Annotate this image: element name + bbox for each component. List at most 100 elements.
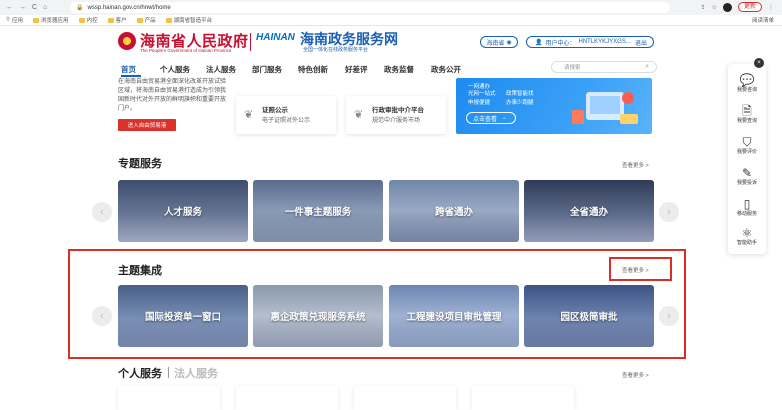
service-card[interactable] xyxy=(354,386,456,410)
chevron-left-icon: ‹ xyxy=(100,310,104,322)
search-icon[interactable]: ⌕ xyxy=(645,63,649,71)
tab-divider xyxy=(168,367,169,378)
corporate-services-tab[interactable]: 法人服务 xyxy=(174,365,218,381)
share-icon[interactable]: ⇪ xyxy=(701,4,706,11)
theme-prev-arrow[interactable]: ‹ xyxy=(92,306,112,326)
theme-integration-more[interactable]: 查看更多 > xyxy=(622,266,649,274)
toolbar-consult[interactable]: 💬 我要咨询 xyxy=(728,73,766,94)
platform-icon: ❦ xyxy=(354,109,364,121)
chat-icon: 💬 xyxy=(739,73,755,87)
lock-icon: 🔒 xyxy=(76,5,84,11)
toolbar-complain[interactable]: ✎ 我要投诉 xyxy=(728,166,766,187)
topic-tile-province-wide[interactable]: 全省通办 xyxy=(524,180,654,242)
banner-view-button[interactable]: 点击查看 → xyxy=(466,112,516,124)
browser-nav: ← → C ⌂ xyxy=(0,4,47,11)
service-subtitle: 全国一体化在线政务服务平台 xyxy=(303,47,369,53)
search-input[interactable]: 请搜索 ⌕ xyxy=(551,61,657,73)
topic-tile-one-thing[interactable]: 一件事主题服务 xyxy=(253,180,383,242)
location-icon: ◉ xyxy=(506,39,512,46)
toolbar-close-icon[interactable]: × xyxy=(754,58,764,68)
folder-icon xyxy=(78,17,85,23)
header-divider xyxy=(250,33,251,51)
toolbar-mobile[interactable]: ▯ 移动服务 xyxy=(728,197,766,218)
theme-tile-construction-approval[interactable]: 工程建设项目审批管理 xyxy=(389,285,519,347)
user-center[interactable]: 👤 用户中心： HNTLKYKJYXGS... 退出 xyxy=(526,36,654,48)
mobile-icon: ▯ xyxy=(743,197,751,211)
user-name: HNTLKYKJYXGS... xyxy=(578,39,631,45)
service-card[interactable] xyxy=(236,386,338,410)
personal-services-tab[interactable]: 个人服务 xyxy=(118,365,162,381)
toolbar-evaluate[interactable]: ⛉ 我要评价 xyxy=(728,135,766,156)
theme-tile-policy-redemption[interactable]: 惠企政策兑现服务系统 xyxy=(253,285,383,347)
bookmark-item[interactable]: 客户 xyxy=(107,16,127,24)
folder-icon xyxy=(107,17,114,23)
hero-intro-text: 在海南自由贸易港全面深化改革开放试验区域，将海南自由贸易港打造成为引领我国新时代… xyxy=(118,79,227,112)
topic-tile-cross-province[interactable]: 跨省通办 xyxy=(389,180,519,242)
topic-services-more[interactable]: 查看更多 > xyxy=(622,161,649,169)
topic-prev-arrow[interactable]: ‹ xyxy=(92,202,112,222)
home-icon[interactable]: ⌂ xyxy=(43,4,47,11)
theme-integration-title: 主题集成 xyxy=(118,265,162,277)
apps-icon: ⠿ xyxy=(6,17,11,23)
back-icon[interactable]: ← xyxy=(6,4,13,11)
shield-icon: ⛉ xyxy=(742,135,752,149)
bookmark-item[interactable]: 内控 xyxy=(78,16,98,24)
nav-disclosure[interactable]: 政务公开 xyxy=(431,64,461,75)
license-icon: ❦ xyxy=(244,109,254,121)
topic-services-title: 专题服务 xyxy=(118,158,162,170)
nav-evaluation[interactable]: 好差评 xyxy=(345,64,368,75)
toolbar-assistant[interactable]: ⚛ 智能助手 xyxy=(728,226,766,247)
nav-department[interactable]: 部门服务 xyxy=(252,64,282,75)
document-search-icon: 🗎 xyxy=(742,104,752,118)
theme-tile-park-approval[interactable]: 园区极简审批 xyxy=(524,285,654,347)
bookmark-item[interactable]: 产品 xyxy=(136,16,156,24)
pen-icon: ✎ xyxy=(741,166,753,180)
logout-link[interactable]: 退出 xyxy=(635,38,653,47)
service-card[interactable] xyxy=(118,386,220,410)
menu-icon[interactable]: ⋮ xyxy=(768,4,774,11)
license-disclosure-card[interactable]: ❦ 证照公示 电子证照对外公示 xyxy=(236,96,336,134)
nav-innovation[interactable]: 特色创新 xyxy=(298,64,328,75)
hainan-logo: HAINAN xyxy=(256,32,295,43)
address-bar[interactable]: 🔒 wssp.hainan.gov.cn/hnwt/home xyxy=(70,2,670,13)
nav-corporate[interactable]: 法人服务 xyxy=(206,64,236,75)
browser-toolbar: ← → C ⌂ 🔒 wssp.hainan.gov.cn/hnwt/home ⇪… xyxy=(0,0,782,15)
chevron-right-icon: › xyxy=(667,310,671,322)
topic-tile-talent[interactable]: 人才服务 xyxy=(118,180,248,242)
topic-next-arrow[interactable]: › xyxy=(659,202,679,222)
bookmark-apps[interactable]: ⠿ 应用 xyxy=(6,16,23,24)
reload-icon[interactable]: C xyxy=(32,4,37,11)
folder-icon xyxy=(165,17,172,23)
atom-icon: ⚛ xyxy=(741,226,753,240)
nav-home[interactable]: 首页 xyxy=(121,64,136,75)
main-nav: 首页 个人服务 法人服务 部门服务 特色创新 好差评 政务监督 政务公开 xyxy=(0,60,782,76)
update-button[interactable]: 更新 xyxy=(737,2,762,12)
promo-banner[interactable]: 一网通办 光网一站式 政策智能找 申报便捷 办事少跑腿 点击查看 → xyxy=(456,78,652,134)
user-icon: 👤 xyxy=(535,39,543,46)
browser-actions: ⇪ ☆ 更新 ⋮ xyxy=(701,2,774,12)
nav-active-indicator xyxy=(121,75,141,77)
bookmark-item[interactable]: 湖南省智造平台 xyxy=(165,16,212,24)
toolbar-query[interactable]: 🗎 我要查询 xyxy=(728,104,766,125)
service-card[interactable] xyxy=(472,386,574,410)
folder-icon xyxy=(136,17,143,23)
bookmarks-bar: ⠿ 应用 浏览器应用 内控 客户 产品 湖南省智造平台 阅读清单 xyxy=(0,15,782,26)
gov-subtitle: The People's Government of Hainan Provin… xyxy=(140,48,232,53)
forward-icon[interactable]: → xyxy=(19,4,26,11)
chevron-left-icon: ‹ xyxy=(100,206,104,218)
enter-ftp-button[interactable]: 进入自由贸易港 xyxy=(118,119,176,131)
theme-tile-intl-investment[interactable]: 国际投资单一窗口 xyxy=(118,285,248,347)
bookmark-item[interactable]: 浏览器应用 xyxy=(33,16,69,24)
nav-supervision[interactable]: 政务监督 xyxy=(384,64,414,75)
region-selector[interactable]: 海南省 ◉ xyxy=(480,36,518,48)
theme-next-arrow[interactable]: › xyxy=(659,306,679,326)
star-icon[interactable]: ☆ xyxy=(712,4,717,11)
banner-illustration xyxy=(572,92,638,124)
folder-icon xyxy=(33,17,40,23)
reading-list[interactable]: 阅读清单 xyxy=(752,16,774,24)
nav-personal[interactable]: 个人服务 xyxy=(160,64,190,75)
intermediary-platform-card[interactable]: ❦ 行政审批中介平台 规范中介服务市场 xyxy=(346,96,446,134)
chevron-right-icon: › xyxy=(667,206,671,218)
personal-services-more[interactable]: 查看更多 > xyxy=(622,371,649,379)
profile-avatar[interactable] xyxy=(722,2,732,12)
